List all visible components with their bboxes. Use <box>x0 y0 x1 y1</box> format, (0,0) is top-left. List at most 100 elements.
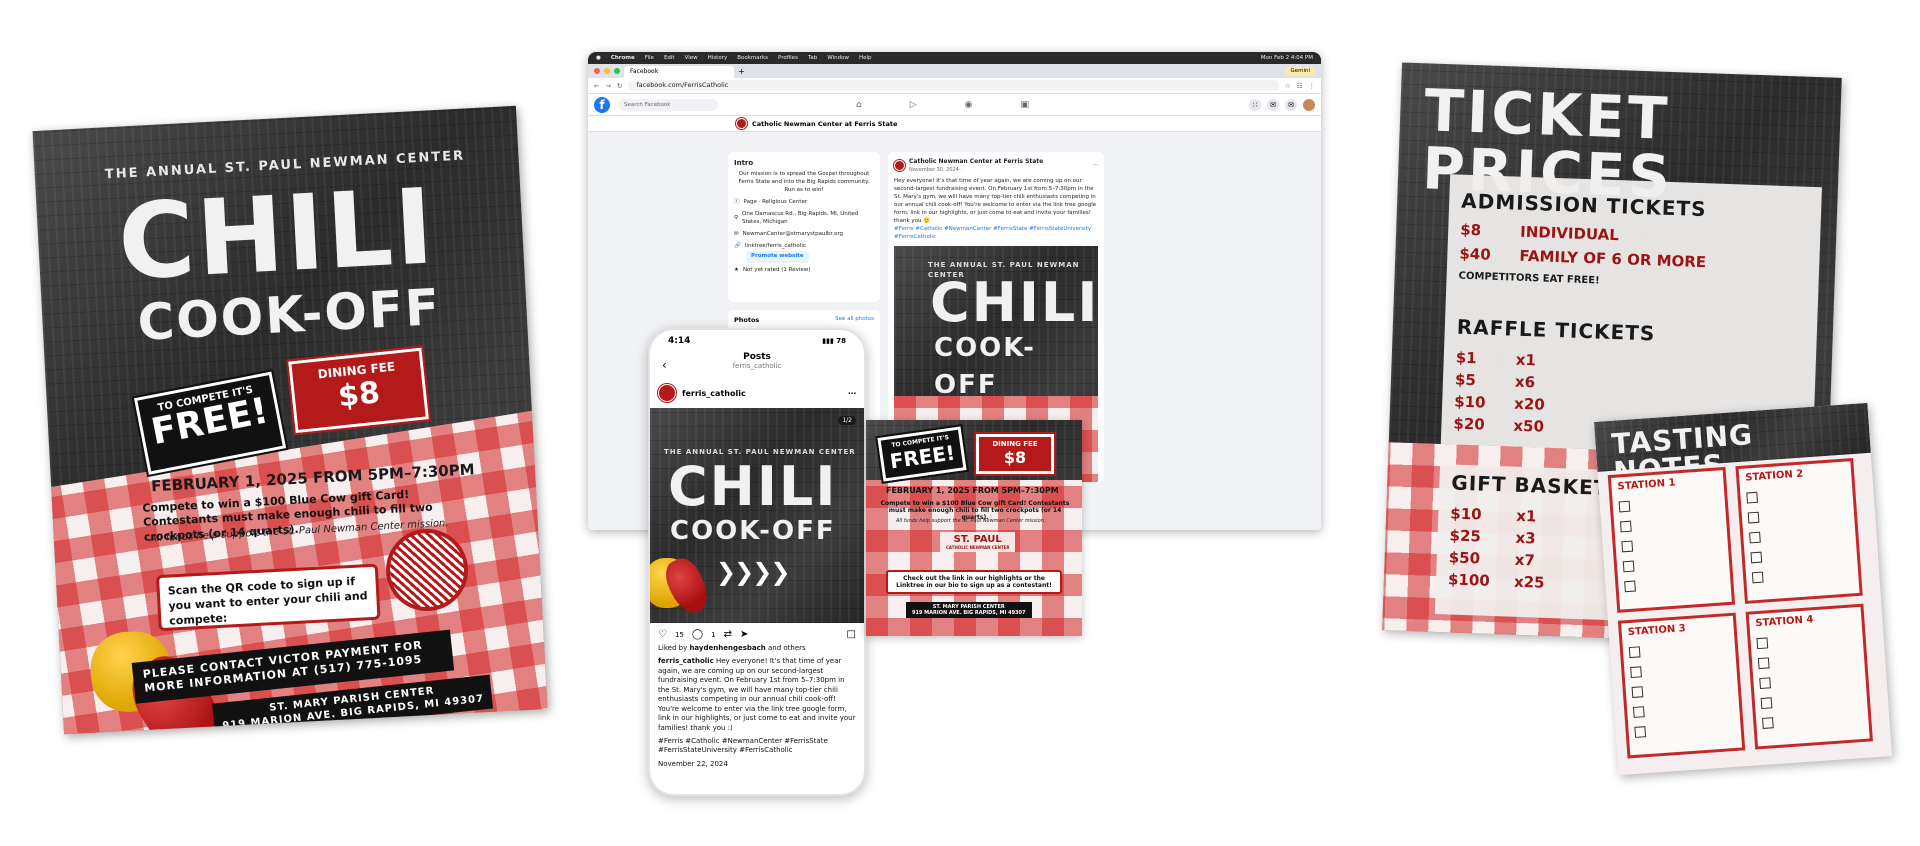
checkbox[interactable] <box>1619 520 1632 533</box>
promote-website-button[interactable]: Promote website <box>746 250 809 263</box>
checkbox[interactable] <box>1751 571 1764 584</box>
page-name[interactable]: Catholic Newman Center at Ferris State <box>752 120 897 128</box>
post-more-icon[interactable]: ⋯ <box>1093 162 1099 170</box>
marketplace-icon[interactable]: ◉ <box>965 100 973 110</box>
close-window-button[interactable] <box>594 68 600 74</box>
ig-username[interactable]: ferris_catholic <box>682 389 746 398</box>
menu-view[interactable]: View <box>685 55 698 61</box>
post-avatar[interactable] <box>893 159 906 173</box>
intro-email[interactable]: NewmanCenter@stmarystpaulbr.org <box>743 231 843 239</box>
menu-bookmarks[interactable]: Bookmarks <box>737 55 768 61</box>
liked-by-user[interactable]: haydenhengesbach <box>689 644 765 652</box>
ig-post-image[interactable]: THE ANNUAL ST. PAUL NEWMAN CENTER CHILI … <box>650 408 864 623</box>
gaming-icon[interactable]: ▣ <box>1021 100 1030 110</box>
checkbox[interactable] <box>1631 686 1644 698</box>
menu-tab[interactable]: Tab <box>808 55 817 61</box>
checkbox[interactable] <box>1634 726 1647 738</box>
checkbox[interactable] <box>1756 637 1769 650</box>
new-tab-icon[interactable]: + <box>738 67 745 76</box>
battery-icon: ▮▮▮ 78 <box>822 337 846 345</box>
menu-edit[interactable]: Edit <box>664 55 675 61</box>
intro-rating: Not yet rated (1 Review) <box>742 266 811 273</box>
address-bar: ← → ↻ facebook.com/FerrisCatholic ☆ ☷ ⋮ <box>588 78 1321 94</box>
info-icon: ⓘ <box>734 199 740 206</box>
post-date[interactable]: November 30, 2024 · <box>909 167 1043 174</box>
intro-link-row: 🔗 linktree/ferris_catholic <box>734 243 874 251</box>
ig-tags[interactable]: #Ferris #Catholic #NewmanCenter #FerrisS… <box>650 735 864 758</box>
ig-more-icon[interactable]: ⋯ <box>848 389 856 398</box>
repost-icon[interactable]: ⇄ <box>724 629 732 640</box>
page-avatar[interactable] <box>735 117 748 130</box>
station-3-label: STATION 3 <box>1627 623 1687 639</box>
slide2-date: FEBRUARY 1, 2025 FROM 5PM–7:30PM <box>886 486 1059 495</box>
checkbox[interactable] <box>1746 491 1759 504</box>
checkbox[interactable] <box>1621 540 1634 553</box>
apple-icon[interactable]: ● <box>596 55 601 61</box>
bookmark-icon[interactable]: □ <box>847 629 856 640</box>
ig-avatar[interactable] <box>657 383 677 403</box>
minimize-window-button[interactable] <box>604 68 610 74</box>
back-chevron-icon[interactable]: ‹ <box>662 358 667 372</box>
see-all-photos-link[interactable]: See all photos <box>835 316 874 322</box>
menu-app[interactable]: Chrome <box>611 55 635 61</box>
like-heart-icon[interactable]: ♡ <box>658 629 667 640</box>
checkbox[interactable] <box>1630 666 1642 679</box>
checkbox[interactable] <box>1749 531 1761 544</box>
comment-icon[interactable]: ◯ <box>692 629 703 640</box>
tab-facebook[interactable]: Facebook <box>624 66 734 78</box>
menu-grid-icon[interactable]: ∷ <box>1249 98 1261 111</box>
slide2-logo-text: ST. PAUL <box>953 534 1002 545</box>
intro-email-row: ✉ NewmanCenter@stmarystpaulbr.org <box>734 231 874 239</box>
ig-date: November 22, 2024 <box>658 759 728 768</box>
menu-help[interactable]: Help <box>859 55 872 61</box>
share-send-icon[interactable]: ➤ <box>740 629 748 640</box>
menu-history[interactable]: History <box>708 55 728 61</box>
video-icon[interactable]: ▷ <box>910 100 917 110</box>
reload-icon[interactable]: ↻ <box>617 82 622 90</box>
slide2-venue2: 919 MARION AVE. BIG RAPIDS, MI 49307 <box>912 610 1026 616</box>
checkbox[interactable] <box>1624 580 1636 593</box>
post-tags[interactable]: #Ferris #Catholic #NewmanCenter #FerrisS… <box>894 226 1098 242</box>
checkbox[interactable] <box>1750 551 1763 564</box>
ig-image-chili: CHILI <box>668 455 838 518</box>
notifications-bell-icon[interactable]: ✉ <box>1285 98 1297 111</box>
kebab-menu-icon[interactable]: ⋮ <box>1309 82 1316 90</box>
checkbox[interactable] <box>1759 677 1771 690</box>
tab-title: Facebook <box>630 68 659 75</box>
extensions-icon[interactable]: ☷ <box>1297 82 1303 90</box>
checkbox[interactable] <box>1622 560 1635 573</box>
messenger-icon[interactable]: ✉ <box>1267 98 1279 111</box>
gemini-button[interactable]: Gemini <box>1285 67 1315 75</box>
comment-count: 1 <box>711 630 716 639</box>
like-count: 15 <box>674 630 684 639</box>
intro-link[interactable]: linktree/ferris_catholic <box>745 243 806 251</box>
forward-arrow-icon[interactable]: → <box>605 82 610 90</box>
facebook-logo-icon[interactable]: f <box>594 96 610 113</box>
checkbox[interactable] <box>1757 657 1770 670</box>
url-input[interactable]: facebook.com/FerrisCatholic <box>628 80 1279 91</box>
checkbox[interactable] <box>1747 511 1760 524</box>
photos-heading: Photos <box>734 316 760 324</box>
profile-avatar[interactable] <box>1303 98 1315 111</box>
flyer-scan-box: Scan the QR code to sign up if you want … <box>155 563 381 632</box>
intro-category: Page · Religious Center <box>743 199 808 206</box>
checkbox[interactable] <box>1618 500 1631 513</box>
post-author[interactable]: Catholic Newman Center at Ferris State <box>909 158 1043 167</box>
basket-qty-2: x3 <box>1515 528 1536 548</box>
bookmark-star-icon[interactable]: ☆ <box>1285 82 1291 90</box>
tasting-notes-card: TASTING NOTES STATION 1 STATION 2 STATIO… <box>1593 402 1893 776</box>
home-icon[interactable]: ⌂ <box>856 100 862 110</box>
caption-user[interactable]: ferris_catholic <box>658 657 714 665</box>
checkbox[interactable] <box>1628 646 1641 659</box>
menu-file[interactable]: File <box>645 55 654 61</box>
checkbox[interactable] <box>1762 717 1774 729</box>
zoom-window-button[interactable] <box>614 68 620 74</box>
ig-liked-by: Liked by haydenhengesbach and others <box>650 642 864 655</box>
menu-profiles[interactable]: Profiles <box>778 55 798 61</box>
checkbox[interactable] <box>1632 706 1645 718</box>
checkbox[interactable] <box>1760 697 1773 710</box>
menu-window[interactable]: Window <box>827 55 849 61</box>
back-arrow-icon[interactable]: ← <box>594 82 599 90</box>
facebook-search-input[interactable]: Search Facebook <box>618 98 718 111</box>
slide2-funds: All funds help support the St. Paul Newm… <box>896 518 1046 524</box>
